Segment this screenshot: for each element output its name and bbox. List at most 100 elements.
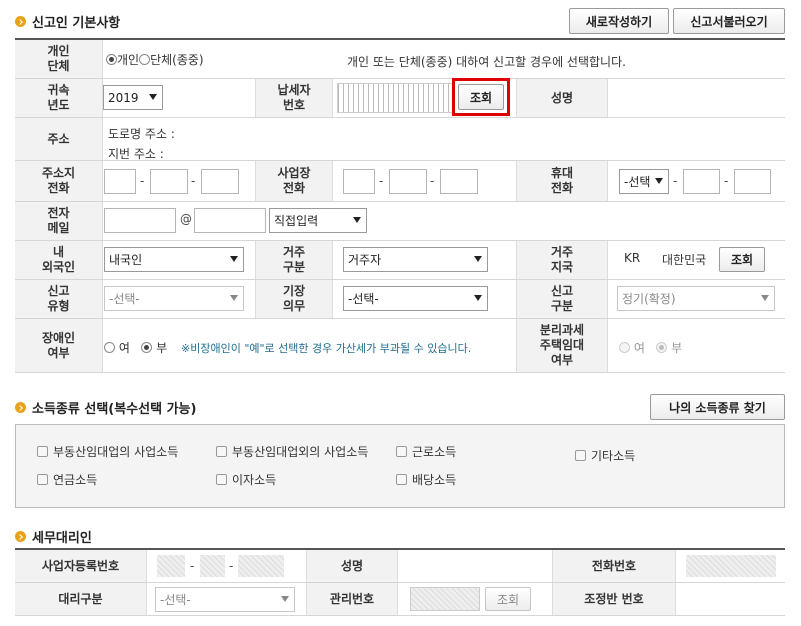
income-checkbox-1[interactable]: 부동산임대업외의 사업소득	[216, 443, 368, 460]
agent-phone-field[interactable]	[686, 555, 776, 577]
load-report-button[interactable]: 신고서불러오기	[673, 8, 785, 34]
label-bookkeeping: 기장 의무	[255, 280, 333, 318]
email-domain-input[interactable]	[194, 208, 266, 233]
arrow-bullet-icon	[15, 16, 26, 27]
checkbox-icon	[396, 474, 407, 485]
mobile-2[interactable]	[683, 169, 720, 194]
chevron-down-icon	[230, 295, 238, 301]
label-taxpayer-no: 납세자 번호	[255, 79, 333, 117]
separate-tax-radios: 여 부	[619, 339, 682, 356]
checkbox-icon	[396, 446, 407, 457]
income-checkbox-3[interactable]: 기타소득	[575, 447, 635, 464]
income-checkbox-5[interactable]: 이자소득	[216, 471, 276, 488]
biz-phone-1[interactable]	[343, 169, 375, 194]
person-type-cell: 개인 단체(종중) 개인 또는 단체(종중) 대하여 신고할 경우에 선택합니다.	[103, 40, 785, 78]
income-type-box	[15, 424, 785, 508]
country-lookup-button[interactable]: 조회	[719, 247, 765, 272]
label-address: 주소	[15, 118, 103, 160]
label-home-phone: 주소지 전화	[15, 161, 103, 201]
income-checkbox-6[interactable]: 배당소득	[396, 471, 456, 488]
chevron-down-icon	[149, 94, 157, 100]
income-checkbox-2[interactable]: 근로소득	[396, 443, 456, 460]
checkbox-icon	[575, 450, 586, 461]
agent-type-select[interactable]: -선택-	[155, 587, 295, 612]
label-biz-reg-no: 사업자등록번호	[15, 550, 147, 582]
home-phone-3[interactable]	[201, 169, 239, 194]
checkbox-icon	[216, 446, 227, 457]
mobile-prefix-select[interactable]: -선택	[619, 169, 669, 194]
chevron-down-icon	[353, 217, 361, 223]
bookkeeping-select[interactable]: -선택-	[343, 286, 488, 311]
label-report-kind: 신고 구분	[516, 280, 608, 318]
label-name: 성명	[516, 79, 608, 117]
checkbox-icon	[37, 446, 48, 457]
checkbox-icon	[37, 474, 48, 485]
label-res-country: 거주 지국	[516, 241, 608, 279]
income-checkbox-0[interactable]: 부동산임대업의 사업소득	[37, 443, 178, 460]
residence-select[interactable]: 거주자	[343, 247, 488, 272]
home-phone-2[interactable]	[150, 169, 188, 194]
at-sign: @	[180, 212, 192, 226]
label-separate-tax: 분리과세 주택임대 여부	[516, 319, 608, 372]
tax-year-select[interactable]: 2019	[103, 85, 163, 110]
income-checkbox-4[interactable]: 연금소득	[37, 471, 97, 488]
label-biz-phone: 사업장 전화	[255, 161, 333, 201]
email-id-input[interactable]	[104, 208, 176, 233]
label-agent-phone: 전화번호	[552, 550, 676, 582]
radio-disabled-yes[interactable]	[104, 342, 115, 353]
label-disabled: 장애인 여부	[15, 319, 103, 372]
country-name: 대한민국	[662, 253, 707, 267]
label-report-type: 신고 유형	[15, 280, 103, 318]
label-person-type: 개인 단체	[15, 40, 103, 78]
agent-section-title: 세무대리인	[15, 527, 92, 546]
email-domain-select[interactable]: 직접입력	[269, 208, 367, 233]
taxpayer-no-field[interactable]	[337, 83, 455, 113]
chevron-down-icon	[230, 256, 238, 262]
biz-reg-no-3[interactable]	[238, 555, 284, 577]
biz-reg-no-1[interactable]	[157, 555, 185, 577]
report-kind-select[interactable]: 정기(확정)	[617, 286, 775, 311]
disabled-radios: 여 부	[104, 339, 167, 356]
radio-individual[interactable]	[106, 54, 117, 65]
label-nationality: 내 외국인	[15, 241, 103, 279]
find-income-type-button[interactable]: 나의 소득종류 찾기	[650, 394, 785, 420]
chevron-down-icon	[474, 295, 482, 301]
arrow-bullet-icon	[15, 531, 26, 542]
taxpayer-lookup-button[interactable]: 조회	[458, 84, 504, 110]
checkbox-icon	[216, 474, 227, 485]
road-address: 도로명 주소 :	[108, 127, 175, 141]
person-type-desc: 개인 또는 단체(종중) 대하여 신고할 경우에 선택합니다.	[347, 55, 626, 69]
label-mgmt-no: 관리번호	[306, 583, 398, 615]
radio-separate-no[interactable]	[656, 342, 668, 353]
income-section-title: 소득종류 선택(복수선택 가능)	[15, 398, 196, 417]
label-mobile: 휴대 전화	[516, 161, 608, 201]
report-type-select[interactable]: -선택-	[104, 286, 244, 311]
mgmt-lookup-button[interactable]: 조회	[485, 587, 531, 611]
new-write-button[interactable]: 새로작성하기	[569, 8, 669, 34]
disabled-note: ※비장애인이 "예"로 선택한 경우 가산세가 부과될 수 있습니다.	[181, 342, 472, 355]
label-adjust-no: 조정반 번호	[552, 583, 676, 615]
mgmt-no-field[interactable]	[410, 587, 480, 611]
label-email: 전자 메일	[15, 202, 103, 240]
radio-separate-yes[interactable]	[619, 342, 630, 353]
basic-section-title: 신고인 기본사항	[15, 12, 120, 31]
biz-phone-3[interactable]	[440, 169, 478, 194]
radio-disabled-no[interactable]	[141, 342, 153, 353]
mobile-3[interactable]	[734, 169, 771, 194]
chevron-down-icon	[655, 178, 663, 184]
label-tax-year: 귀속 년도	[15, 79, 103, 117]
radio-group[interactable]	[139, 54, 151, 65]
nationality-select[interactable]: 내국인	[104, 247, 244, 272]
label-agent-type: 대리구분	[15, 583, 147, 615]
biz-reg-no-2[interactable]	[200, 555, 225, 577]
chevron-down-icon	[474, 256, 482, 262]
country-code: KR	[624, 251, 641, 265]
person-type-radios: 개인 단체(종중)	[106, 51, 204, 68]
biz-phone-2[interactable]	[389, 169, 427, 194]
chevron-down-icon	[761, 295, 769, 301]
chevron-down-icon	[281, 596, 289, 602]
home-phone-1[interactable]	[104, 169, 136, 194]
label-agent-name: 성명	[306, 550, 398, 582]
arrow-bullet-icon	[15, 402, 26, 413]
label-residence: 거주 구분	[255, 241, 333, 279]
